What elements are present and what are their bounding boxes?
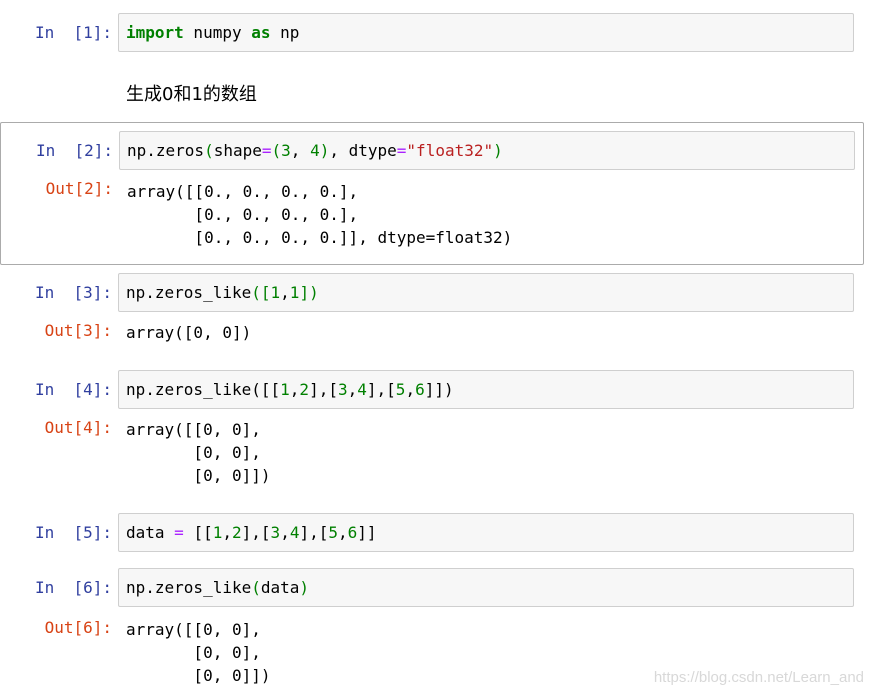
code-token: , [405, 380, 416, 399]
output-prompt: Out[4]: [44, 418, 112, 437]
code-token: data [126, 523, 175, 542]
input-prompt: In [1]: [34, 23, 112, 42]
code-token: , [338, 523, 348, 542]
code-token: ( [271, 141, 282, 160]
code-text: np.zeros_like([1,1]) [126, 283, 319, 303]
code-cell-2[interactable]: In [2]: np.zeros(shape=(3, 4), dtype="fl… [0, 122, 864, 265]
code-token: ]] [357, 523, 377, 542]
code-token: ( [251, 578, 261, 597]
code-token: = [261, 141, 272, 160]
code-input[interactable]: import numpy as np [118, 13, 854, 52]
output-text: array([[0, 0], [0, 0], [0, 0]]) [126, 620, 271, 685]
output-text: array([[0., 0., 0., 0.], [0., 0., 0., 0.… [127, 182, 513, 247]
code-token: ) [319, 141, 330, 160]
code-token: ],[ [366, 380, 396, 399]
code-token: 3 [270, 523, 281, 542]
code-token: , [289, 380, 300, 399]
output-text: array([[0, 0], [0, 0], [0, 0]]) [126, 420, 271, 485]
code-token: import [126, 23, 184, 42]
code-token: 5 [328, 523, 339, 542]
code-input[interactable]: np.zeros(shape=(3, 4), dtype="float32") [119, 131, 855, 170]
code-token: 1 [289, 283, 300, 302]
code-token: ([[ [251, 380, 281, 399]
code-token: np [270, 23, 300, 42]
watermark: https://blog.csdn.net/Learn_and [653, 669, 864, 686]
code-text: np.zeros_like(data) [126, 578, 309, 598]
code-token: data [260, 578, 300, 597]
code-token: np.zeros_like [126, 578, 252, 597]
code-input[interactable]: np.zeros_like([1,1]) [118, 273, 854, 312]
output-prompt: Out[3]: [44, 321, 112, 340]
code-token: np.zeros [127, 141, 205, 160]
input-prompt: In [6]: [34, 578, 112, 597]
code-cell-3[interactable]: In [3]: np.zeros_like([1,1]) Out[3]: arr… [0, 273, 872, 353]
output-prompt: Out[6]: [44, 618, 112, 637]
code-token: ) [309, 283, 319, 302]
code-token: = [396, 141, 407, 160]
code-text: np.zeros(shape=(3, 4), dtype="float32") [127, 141, 503, 161]
code-token: , [222, 523, 232, 542]
code-token: [ [260, 283, 271, 302]
code-token: 6 [415, 380, 425, 399]
code-input[interactable]: data = [[1,2],[3,4],[5,6]] [118, 513, 854, 552]
code-token: 3 [337, 380, 348, 399]
code-token: 1 [280, 380, 290, 399]
code-token: 4 [357, 380, 367, 399]
code-cell-5[interactable]: In [5]: data = [[1,2],[3,4],[5,6]] [0, 513, 872, 553]
code-token: [[ [183, 523, 213, 542]
code-token: 2 [299, 380, 310, 399]
code-token: as [251, 23, 271, 42]
code-token: , [347, 380, 358, 399]
code-text: data = [[1,2],[3,4],[5,6]] [126, 523, 377, 543]
code-token: ],[ [299, 523, 329, 542]
code-token: 4 [310, 141, 320, 160]
output-text: array([0, 0]) [126, 323, 252, 342]
input-prompt: In [3]: [34, 283, 112, 302]
code-input[interactable]: np.zeros_like([[1,2],[3,4],[5,6]]) [118, 370, 854, 409]
input-prompt: In [2]: [35, 141, 113, 160]
code-token: , [280, 283, 290, 302]
code-token: , [290, 141, 311, 160]
code-token: , dtype [329, 141, 397, 160]
code-input[interactable]: np.zeros_like(data) [118, 568, 854, 607]
input-prompt: In [5]: [34, 523, 112, 542]
code-token: ],[ [241, 523, 271, 542]
code-text: np.zeros_like([[1,2],[3,4],[5,6]]) [126, 380, 454, 400]
code-text: import numpy as np [126, 23, 299, 43]
code-token: 2 [232, 523, 242, 542]
code-token: 5 [395, 380, 406, 399]
code-token: ],[ [309, 380, 338, 399]
code-token: numpy [183, 23, 252, 42]
code-token: ( [204, 141, 214, 160]
code-cell-1[interactable]: In [1]: import numpy as np [0, 13, 872, 53]
code-token: , [280, 523, 290, 542]
output-prompt: Out[2]: [45, 179, 113, 198]
code-token: 3 [281, 141, 291, 160]
code-token: ) [299, 578, 310, 597]
code-token: = [174, 523, 184, 542]
markdown-heading: 生成0和1的数组 [126, 84, 257, 105]
code-token: ) [493, 141, 503, 160]
code-token: ]]) [424, 380, 454, 399]
code-token: 6 [347, 523, 358, 542]
code-token: shape [213, 141, 262, 160]
code-token: "float32" [406, 141, 494, 160]
code-token: ] [299, 283, 310, 302]
code-token: np.zeros_like [126, 283, 252, 302]
code-token: ( [251, 283, 261, 302]
code-token: 1 [270, 283, 281, 302]
code-token: np.zeros_like [126, 380, 252, 399]
input-prompt: In [4]: [34, 380, 112, 399]
code-token: 1 [212, 523, 223, 542]
code-cell-4[interactable]: In [4]: np.zeros_like([[1,2],[3,4],[5,6]… [0, 370, 872, 490]
